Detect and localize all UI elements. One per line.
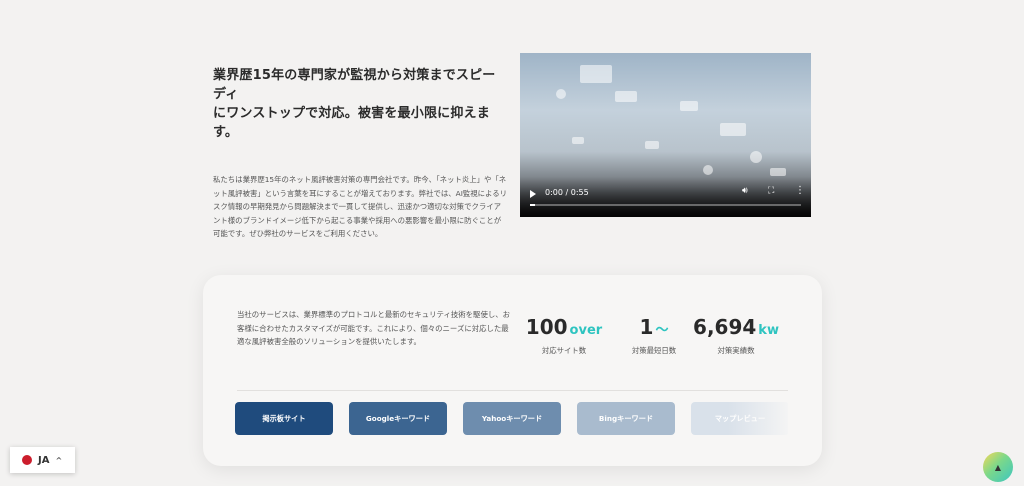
intro-headline-line2: にワンストップで対応。被害を最小限に抑えます。: [213, 106, 490, 140]
services-card: 当社のサービスは、業界標準のプロトコルと最新のセキュリティ技術を駆使し、お客様に…: [203, 275, 822, 466]
stat-number: 100: [525, 315, 568, 339]
stat-sites: 100 over 対応サイト数: [523, 315, 605, 356]
chat-bubble-icon: [770, 168, 786, 176]
more-options-icon[interactable]: ⋮: [795, 185, 805, 196]
chat-bubble-icon: [645, 141, 659, 149]
chevron-up-icon: ▲: [994, 462, 1002, 472]
user-icon: [750, 151, 762, 163]
stat-number: 1: [639, 315, 654, 339]
intro-body: 私たちは業界歴15年のネット風評被害対策の専門会社です。昨今、「ネット炎上」や「…: [213, 175, 507, 239]
stat-unit: kw: [758, 323, 779, 338]
video-time: 0:00 / 0:55: [545, 188, 589, 197]
stat-keywords: 6,694 kw 対策実績数: [689, 315, 783, 356]
volume-icon[interactable]: 🔊︎: [742, 186, 748, 196]
language-code: JA: [38, 454, 50, 466]
divider: [237, 390, 788, 391]
stat-number: 6,694: [693, 315, 757, 339]
japan-flag-icon: [22, 455, 32, 465]
tabs-fade-overlay: [728, 402, 788, 436]
tab-bing-keyword[interactable]: Bingキーワード: [577, 402, 675, 435]
user-icon: [703, 165, 713, 175]
stat-unit: over: [569, 323, 603, 338]
language-switcher[interactable]: JA ^: [10, 447, 75, 473]
stat-label: 対応サイト数: [541, 346, 587, 355]
stat-label: 対策実績数: [717, 346, 755, 355]
services-description: 当社のサービスは、業界標準のプロトコルと最新のセキュリティ技術を駆使し、お客様に…: [237, 310, 511, 347]
fullscreen-icon[interactable]: ⛶: [768, 186, 774, 196]
tab-yahoo-keyword[interactable]: Yahooキーワード: [463, 402, 561, 435]
chevron-up-icon: ^: [55, 455, 63, 465]
video-controls: [520, 177, 811, 217]
stat-label: 対策最短日数: [631, 346, 677, 355]
chat-bubble-icon: [680, 101, 698, 111]
play-icon[interactable]: [530, 190, 536, 198]
scroll-to-top-button[interactable]: ▲: [983, 452, 1013, 482]
tab-bulletin-board[interactable]: 掲示板サイト: [235, 402, 333, 435]
intro-headline-line1: 業界歴15年の専門家が監視から対策までスピーディ: [213, 68, 496, 102]
intro-headline: 業界歴15年の専門家が監視から対策までスピーディ にワンストップで対応。被害を最…: [213, 66, 508, 142]
stat-days: 1 〜 対策最短日数: [617, 315, 691, 356]
user-icon: [556, 89, 566, 99]
video-progress-fill: [530, 204, 536, 206]
stat-value: 6,694 kw: [689, 315, 783, 339]
tab-google-keyword[interactable]: Googleキーワード: [349, 402, 447, 435]
service-tabs: 掲示板サイト Googleキーワード Yahooキーワード Bingキーワード …: [235, 402, 788, 436]
stat-value: 1 〜: [617, 315, 691, 339]
stat-value: 100 over: [523, 315, 605, 339]
chat-bubble-icon: [580, 65, 612, 83]
stats-group: 100 over 対応サイト数 1 〜 対策最短日数 6,694 kw 対策実績数: [523, 315, 783, 359]
video-progress-bar[interactable]: [530, 204, 801, 206]
chat-bubble-icon: [572, 137, 584, 144]
video-player[interactable]: 0:00 / 0:55 🔊︎ ⛶ ⋮: [520, 53, 811, 217]
intro-text-block: 業界歴15年の専門家が監視から対策までスピーディ にワンストップで対応。被害を最…: [213, 66, 508, 241]
stat-unit: 〜: [655, 323, 669, 338]
chat-bubble-icon: [615, 91, 637, 102]
chat-bubble-icon: [720, 123, 746, 136]
